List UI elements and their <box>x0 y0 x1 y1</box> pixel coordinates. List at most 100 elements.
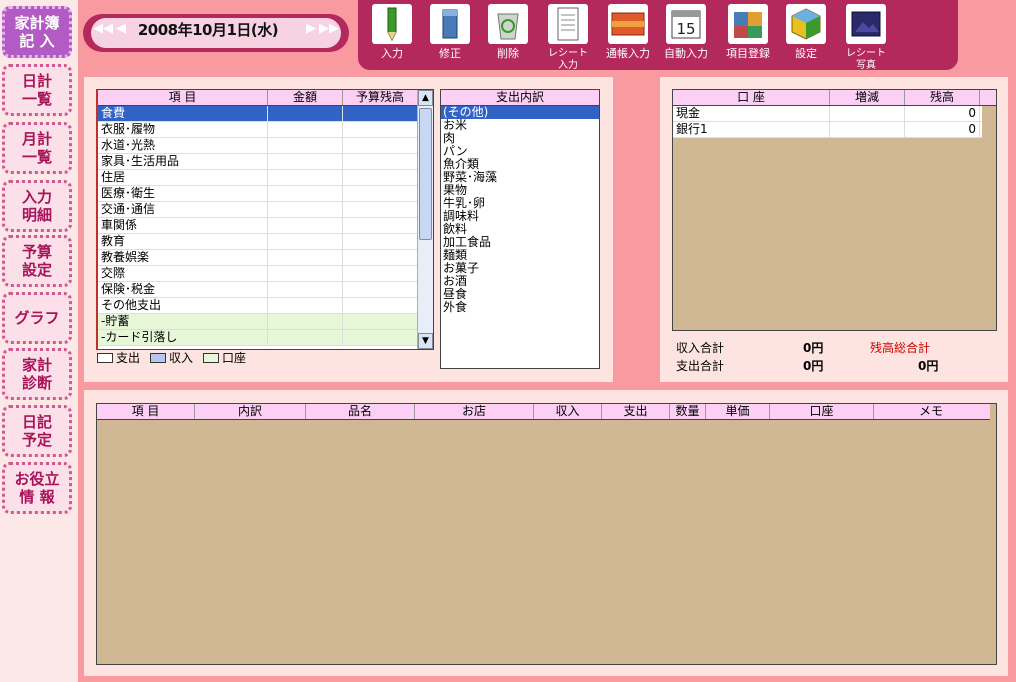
photo-icon <box>846 4 886 44</box>
date-bar: ◀◀ ◀ 2008年10月1日(水) ▶ ▶▶ <box>83 14 349 52</box>
prev-month-button[interactable]: ◀◀ <box>93 20 113 38</box>
item-budget-remaining <box>343 234 418 249</box>
account-balance: 0 <box>905 122 980 137</box>
legend-income: 収入 <box>150 351 193 365</box>
item-budget-remaining <box>343 266 418 281</box>
item-budget-remaining <box>343 122 418 137</box>
item-row[interactable]: 衣服･履物 <box>98 122 418 138</box>
item-name: 交通･通信 <box>98 202 268 217</box>
item-amount[interactable] <box>268 250 343 265</box>
input-button[interactable]: 入力 <box>362 0 416 70</box>
item-amount[interactable] <box>268 154 343 169</box>
item-amount[interactable] <box>268 282 343 297</box>
nav-daily-list[interactable]: 日計 一覧 <box>2 64 72 116</box>
scroll-up-icon[interactable]: ▲ <box>418 90 433 106</box>
next-day-button[interactable]: ▶ <box>301 20 321 38</box>
item-budget-remaining <box>343 298 418 313</box>
expense-total-label: 支出合計 <box>676 359 725 373</box>
item-row[interactable]: 水道･光熱 <box>98 138 418 154</box>
item-row[interactable]: 教養娯楽 <box>98 250 418 266</box>
item-amount[interactable] <box>268 186 343 201</box>
col-detail-shop: お店 <box>415 404 534 419</box>
account-change <box>830 122 905 137</box>
item-row[interactable]: -貯蓄 <box>98 314 418 330</box>
toolbar: 入力 修正 削除 レシート 入力 通帳入力 15 自動入力 項目登録 設定 レシ… <box>358 0 958 71</box>
breakdown-item[interactable]: お米 <box>441 119 599 132</box>
col-item: 項 目 <box>98 90 268 105</box>
left-navigation: 家計簿 記 入 日計 一覧 月計 一覧 入力 明細 予算 設定 グラフ 家計 診… <box>0 0 78 682</box>
item-name: -貯蓄 <box>98 314 268 329</box>
nav-kakeibo-entry[interactable]: 家計簿 記 入 <box>2 6 72 58</box>
receipt-input-button[interactable]: レシート 入力 <box>538 0 592 71</box>
prev-day-button[interactable]: ◀ <box>111 20 131 38</box>
account-row[interactable]: 銀行1 0 <box>673 122 982 138</box>
item-amount[interactable] <box>268 106 343 121</box>
item-amount[interactable] <box>268 266 343 281</box>
register-icon <box>728 4 768 44</box>
item-row[interactable]: 医療･衛生 <box>98 186 418 202</box>
expense-total-value: 0円 <box>803 359 824 373</box>
item-name: 住居 <box>98 170 268 185</box>
breakdown-header-label: 支出内訳 <box>495 90 544 104</box>
account-change <box>830 106 905 121</box>
item-amount[interactable] <box>268 314 343 329</box>
nav-household-diagnosis[interactable]: 家計 診断 <box>2 348 72 400</box>
edit-button[interactable]: 修正 <box>420 0 474 70</box>
item-row[interactable]: 家具･生活用品 <box>98 154 418 170</box>
nav-entry-detail[interactable]: 入力 明細 <box>2 180 72 232</box>
item-row[interactable]: 車関係 <box>98 218 418 234</box>
item-amount[interactable] <box>268 298 343 313</box>
item-amount[interactable] <box>268 138 343 153</box>
income-total-label: 収入合計 <box>676 341 725 355</box>
account-rows: 現金 0 銀行1 0 <box>673 106 982 138</box>
item-name: 水道･光熱 <box>98 138 268 153</box>
col-detail-income: 収入 <box>534 404 602 419</box>
item-row[interactable]: 交際 <box>98 266 418 282</box>
detail-table-header: 項 目 内訳 品名 お店 収入 支出 数量 単価 口座 メモ <box>97 404 990 420</box>
auto-input-button[interactable]: 15 自動入力 <box>656 0 710 70</box>
settings-button[interactable]: 設定 <box>776 0 830 70</box>
item-row[interactable]: -カード引落し <box>98 330 418 346</box>
next-month-button[interactable]: ▶▶ <box>319 20 339 38</box>
scroll-thumb[interactable] <box>419 108 432 240</box>
nav-diary-schedule[interactable]: 日記 予定 <box>2 405 72 457</box>
legend: 支出 収入 口座 <box>97 351 246 365</box>
settings-icon <box>786 4 826 44</box>
scroll-down-icon[interactable]: ▼ <box>418 333 433 349</box>
nav-monthly-list[interactable]: 月計 一覧 <box>2 122 72 174</box>
item-budget-remaining <box>343 106 418 121</box>
item-budget-remaining <box>343 330 418 345</box>
item-name: 車関係 <box>98 218 268 233</box>
nav-useful-info[interactable]: お役立 情 報 <box>2 462 72 514</box>
item-row[interactable]: 食費 <box>98 106 418 122</box>
account-row[interactable]: 現金 0 <box>673 106 982 122</box>
item-amount[interactable] <box>268 170 343 185</box>
delete-button[interactable]: 削除 <box>478 0 532 70</box>
item-amount[interactable] <box>268 218 343 233</box>
item-amount[interactable] <box>268 330 343 345</box>
bankbook-input-button[interactable]: 通帳入力 <box>598 0 652 70</box>
item-budget-remaining <box>343 202 418 217</box>
account-name: 銀行1 <box>673 122 830 137</box>
item-row[interactable]: 住居 <box>98 170 418 186</box>
item-amount[interactable] <box>268 122 343 137</box>
item-amount[interactable] <box>268 234 343 249</box>
col-detail-quantity: 数量 <box>670 404 706 419</box>
calendar-icon: 15 <box>666 4 706 44</box>
item-row[interactable]: 教育 <box>98 234 418 250</box>
item-name: 医療･衛生 <box>98 186 268 201</box>
item-row[interactable]: その他支出 <box>98 298 418 314</box>
col-detail-item: 項 目 <box>97 404 195 419</box>
item-amount[interactable] <box>268 202 343 217</box>
breakdown-item[interactable]: 外食 <box>441 301 599 314</box>
nav-graph[interactable]: グラフ <box>2 292 72 344</box>
item-table-scrollbar[interactable]: ▲ ▼ <box>417 90 433 349</box>
receipt-photo-button[interactable]: レシート 写真 <box>836 0 890 71</box>
item-row[interactable]: 交通･通信 <box>98 202 418 218</box>
svg-text:15: 15 <box>676 20 695 38</box>
col-account: 口 座 <box>673 90 830 105</box>
nav-budget-settings[interactable]: 予算 設定 <box>2 235 72 287</box>
item-register-button[interactable]: 項目登録 <box>718 0 772 70</box>
pencil-icon <box>372 4 412 44</box>
item-row[interactable]: 保険･税金 <box>98 282 418 298</box>
